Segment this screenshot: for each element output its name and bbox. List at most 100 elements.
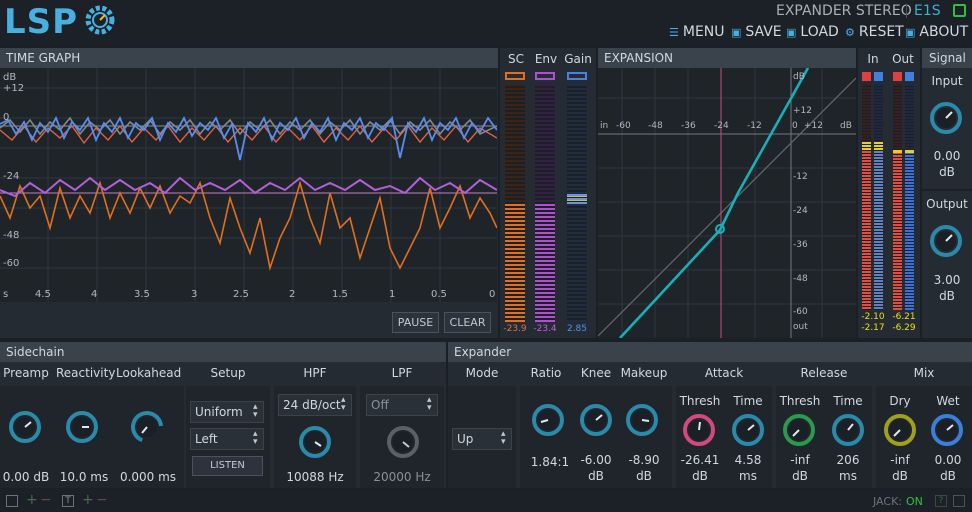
out-meter-values: -6.21 -6.29 bbox=[892, 312, 916, 333]
setup-source-select[interactable]: Left bbox=[190, 428, 264, 450]
dry-value: -inf bbox=[890, 453, 910, 467]
sc-meter bbox=[505, 84, 525, 322]
attack-thresh-label: Thresh bbox=[679, 394, 721, 408]
makeup-unit: dB bbox=[636, 469, 652, 483]
in-right-meter-peak bbox=[874, 142, 883, 150]
mode-label: Mode bbox=[448, 362, 516, 384]
release-label: Release bbox=[776, 362, 872, 384]
output-unit: dB bbox=[939, 289, 955, 303]
input-gain-knob[interactable] bbox=[929, 101, 963, 135]
preamp-value: 0.00 dB bbox=[2, 470, 50, 484]
release-time-label: Time bbox=[833, 394, 863, 408]
dry-knob[interactable] bbox=[883, 413, 917, 447]
mix-label: Mix bbox=[876, 362, 972, 384]
release-thresh-value: -inf bbox=[790, 453, 810, 467]
makeup-label: Makeup bbox=[620, 366, 668, 380]
reactivity-value: 10.0 ms bbox=[59, 470, 109, 484]
plugin-name: EXPANDER STEREO bbox=[776, 3, 912, 19]
env-meter-fill bbox=[535, 204, 555, 322]
in-right-clip-indicator bbox=[874, 72, 883, 81]
makeup-knob[interactable] bbox=[625, 403, 659, 437]
window-icon[interactable] bbox=[6, 495, 18, 507]
gear-logo-icon bbox=[85, 5, 115, 35]
wet-label: Wet bbox=[936, 394, 960, 408]
in-left-meter-fill bbox=[862, 142, 871, 310]
env-meter-value: -23.4 bbox=[533, 324, 557, 334]
release-time-value: 206 bbox=[836, 453, 860, 467]
out-right-meter-fill bbox=[905, 152, 914, 310]
save-button[interactable]: ▣ SAVE bbox=[731, 24, 782, 40]
font-zoom-in-icon[interactable]: + bbox=[82, 492, 94, 508]
menu-icon: ☰ bbox=[669, 25, 679, 39]
release-thresh-label: Thresh bbox=[779, 394, 821, 408]
env-meter bbox=[535, 84, 555, 322]
about-button[interactable]: ▣ ABOUT bbox=[905, 24, 968, 40]
jack-label: JACK: bbox=[873, 495, 902, 508]
listen-button[interactable]: LISTEN bbox=[192, 456, 263, 476]
text-size-icon[interactable]: T bbox=[62, 495, 74, 507]
reactivity-knob[interactable] bbox=[65, 410, 99, 444]
mode-select[interactable]: Up bbox=[452, 428, 512, 450]
input-label: Input bbox=[931, 74, 963, 88]
knee-label: Knee bbox=[580, 366, 612, 380]
release-time-unit: ms bbox=[839, 469, 857, 483]
gain-meter bbox=[567, 84, 587, 322]
sc-meter-marker bbox=[505, 72, 525, 80]
in-right-meter bbox=[874, 84, 883, 310]
attack-thresh-value: -26.41 bbox=[680, 453, 720, 467]
wet-knob[interactable] bbox=[930, 413, 964, 447]
ratio-value: 1.84:1 bbox=[530, 455, 570, 469]
resize-icon[interactable] bbox=[953, 495, 965, 507]
zoom-out-icon[interactable]: − bbox=[40, 492, 52, 508]
out-right-meter-peak bbox=[905, 150, 914, 153]
lpf-value: 20000 Hz bbox=[373, 470, 431, 484]
attack-thresh-knob[interactable] bbox=[682, 413, 716, 447]
sc-meter-fill bbox=[505, 204, 525, 322]
setup-type-select[interactable]: Uniform bbox=[190, 401, 264, 423]
ratio-knob[interactable] bbox=[531, 403, 565, 437]
expansion-graph: in -60 -48 -36 -24 -12 0 +12 dB dB +12 -… bbox=[597, 67, 857, 339]
out-right-clip-indicator bbox=[905, 72, 914, 81]
wet-value: 0.00 bbox=[934, 453, 962, 467]
preamp-knob[interactable] bbox=[8, 410, 42, 444]
out-meter-label: Out bbox=[892, 52, 914, 66]
hpf-value: 10088 Hz bbox=[286, 470, 344, 484]
expansion-title: EXPANSION bbox=[598, 48, 856, 68]
help-icon[interactable]: ? bbox=[935, 495, 947, 507]
sc-meter-label: SC bbox=[508, 52, 524, 66]
lookahead-knob[interactable] bbox=[130, 410, 164, 444]
hpf-slope-select[interactable]: 24 dB/oct bbox=[278, 394, 352, 416]
release-time-knob[interactable] bbox=[831, 413, 865, 447]
output-gain-knob[interactable] bbox=[929, 224, 963, 258]
hpf-frequency-knob[interactable] bbox=[298, 425, 332, 459]
release-thresh-knob[interactable] bbox=[782, 413, 816, 447]
expander-title: Expander bbox=[448, 342, 972, 362]
save-icon: ▣ bbox=[731, 25, 742, 39]
lpf-frequency-knob[interactable] bbox=[386, 425, 420, 459]
clear-button[interactable]: CLEAR bbox=[444, 312, 491, 333]
signal-title: Signal bbox=[922, 48, 972, 68]
status-bar: + − T + − JACK: ON ? bbox=[0, 490, 972, 512]
load-button[interactable]: ▣ LOAD bbox=[786, 24, 839, 40]
font-zoom-out-icon[interactable]: − bbox=[96, 492, 108, 508]
lpf-slope-select[interactable]: Off bbox=[366, 394, 438, 416]
in-left-clip-indicator bbox=[862, 72, 871, 81]
attack-time-knob[interactable] bbox=[731, 413, 765, 447]
zoom-in-icon[interactable]: + bbox=[26, 492, 38, 508]
in-left-meter-peak bbox=[862, 142, 871, 150]
power-icon[interactable] bbox=[953, 4, 966, 17]
pause-button[interactable]: PAUSE bbox=[392, 312, 439, 333]
gain-meter-marker bbox=[567, 72, 587, 80]
reset-button[interactable]: ⚙ RESET bbox=[845, 24, 904, 40]
dry-label: Dry bbox=[889, 394, 911, 408]
lookahead-value: 0.000 ms bbox=[119, 470, 177, 484]
menu-button[interactable]: ☰ MENU bbox=[669, 24, 725, 40]
app-logo: LSP bbox=[4, 2, 79, 42]
in-left-meter bbox=[862, 84, 871, 310]
sidechain-title: Sidechain bbox=[0, 342, 446, 362]
makeup-value: -8.90 bbox=[628, 453, 660, 467]
knee-knob[interactable] bbox=[579, 403, 613, 437]
env-meter-marker bbox=[535, 72, 555, 80]
time-graph-plot bbox=[0, 68, 498, 302]
time-graph-title: TIME GRAPH bbox=[0, 48, 498, 68]
